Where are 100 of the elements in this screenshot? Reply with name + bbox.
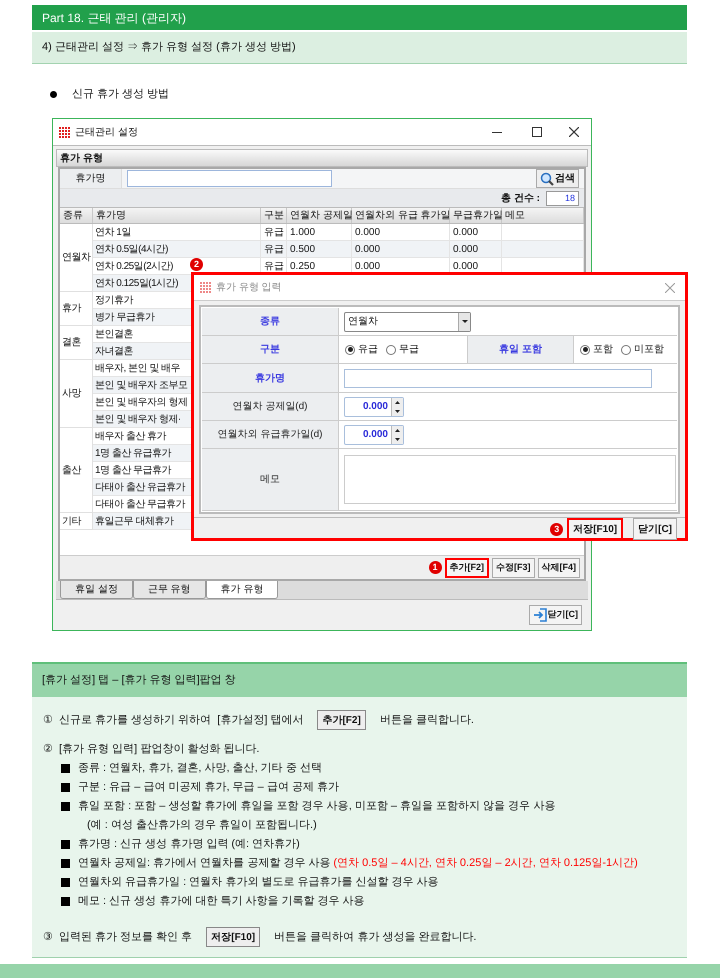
bullet-icon: [61, 764, 70, 773]
table-cell: 사망: [60, 360, 93, 428]
field-label: 연월차 공제일(d): [202, 393, 339, 420]
dropdown[interactable]: 연월차: [344, 312, 471, 332]
bullet-text: 신규 휴가 생성 방법: [72, 86, 170, 102]
item-text: 연월차 공제일: 휴가에서 연월차를 공제할 경우 사용: [78, 856, 330, 872]
number-spinner[interactable]: 0.000: [344, 396, 404, 416]
group-header: 휴가 유형: [56, 149, 588, 167]
field-label: 휴가명: [202, 364, 339, 392]
step-text: 입력된 휴가 정보를 확인 후: [59, 930, 192, 945]
field-label: 휴일 포함: [467, 336, 574, 363]
close-button[interactable]: 닫기[C]: [528, 605, 582, 625]
radio-circle[interactable]: [580, 344, 590, 354]
radio-button[interactable]: 미포함: [621, 342, 664, 357]
step-text: 신규로 휴가를 생성하기 위하여 [휴가설정] 탭에서: [59, 712, 304, 728]
search-button[interactable]: 검색: [536, 169, 579, 188]
search-icon: [540, 172, 554, 186]
up-arrow-icon: [395, 400, 400, 404]
action-button[interactable]: 수정[F3]: [492, 558, 534, 578]
tab[interactable]: 휴일 설정: [60, 581, 133, 599]
action-button[interactable]: 삭제[F4]: [538, 558, 580, 578]
action-button[interactable]: 추가[F2]: [444, 558, 489, 578]
step-text: 버튼을 클릭하여 휴가 생성을 완료합니다.: [274, 930, 476, 945]
column-header: 휴가명: [93, 208, 261, 223]
bullet-icon: [61, 897, 70, 906]
table-cell: 연차 0.5일(4시간): [93, 241, 261, 258]
field-label: 휴가명: [60, 169, 122, 188]
field-label: 종류: [202, 308, 339, 335]
column-header: 종류: [60, 208, 93, 223]
table-cell: 0.000: [352, 224, 450, 241]
exit-icon: [532, 607, 546, 623]
item-text: 연월차외 유급휴가일 : 연월차 휴가외 별도로 유급휴가를 신설할 경우 사용: [78, 875, 439, 890]
maximize-icon: [532, 127, 542, 137]
bullet-icon: [50, 90, 57, 98]
tab[interactable]: 휴가 유형: [206, 581, 278, 599]
step-number: ②: [43, 742, 53, 758]
item-note: (예 : 여성 출산휴가의 경우 휴일이 포함됩니다.): [86, 818, 318, 834]
table-cell: 0.000: [450, 241, 502, 258]
radio-button[interactable]: 유급: [345, 342, 378, 357]
item-text: 종류 : 연월차, 휴가, 결혼, 사망, 출산, 기타 중 선택: [78, 761, 322, 776]
item-text: 메모 : 신규 생성 휴가에 대한 특기 사항을 기록할 경우 사용: [78, 894, 365, 910]
step-text: 버튼을 클릭합니다.: [380, 712, 474, 728]
table-cell: 휴가: [60, 292, 93, 326]
tab[interactable]: 근무 유형: [132, 581, 206, 599]
window-title: 근태관리 설정: [75, 126, 138, 140]
table-cell: 유급: [261, 224, 287, 241]
step-marker: 3: [550, 522, 564, 536]
table-cell: 유급: [261, 241, 287, 258]
section-header: [휴가 설정] 탭 – [휴가 유형 입력]팝업 창: [32, 662, 687, 697]
up-arrow-icon: [395, 428, 400, 432]
field-label: 메모: [202, 449, 339, 510]
page-title: Part 18. 근태 관리 (관리자): [32, 5, 687, 30]
step-number: ①: [43, 712, 53, 728]
step-marker: 1: [428, 561, 442, 574]
down-arrow-icon: [395, 438, 400, 440]
close-icon: [665, 282, 675, 292]
item-text: 구분 : 유급 – 급여 미공제 휴가, 무급 – 급여 공제 휴가: [78, 780, 339, 796]
example-note: (연차 0.5일 – 4시간, 연차 0.25일 – 2시간, 연차 0.125일-1시간): [333, 856, 638, 872]
column-header: 무급휴가일: [450, 208, 502, 223]
number-spinner[interactable]: 0.000: [344, 424, 404, 444]
table-cell: 결혼: [60, 326, 93, 360]
count-value: 18: [546, 190, 579, 206]
column-header: 구분: [261, 208, 287, 223]
item-text: 휴일 포함 : 포함 – 생성할 휴가에 휴일을 포함 경우 사용, 미포함 – 휴일을 포함하지 않을 경우 사용: [78, 799, 556, 814]
item-text: 휴가명 : 신규 생성 휴가명 입력 (예: 연차휴가): [78, 837, 300, 852]
button-image: 저장[F10]: [206, 927, 260, 947]
bullet-icon: [61, 859, 70, 868]
close-icon: [569, 127, 579, 137]
table-cell: 연월차: [60, 224, 93, 292]
radio-button[interactable]: 포함: [580, 342, 613, 357]
field-label: 구분: [202, 336, 339, 363]
table-cell: 1.000: [287, 224, 352, 241]
column-header: 연월차외 유급 휴가일: [352, 208, 450, 223]
table-cell: 출산: [60, 428, 93, 513]
column-header: 메모: [502, 208, 584, 223]
text-field[interactable]: [344, 368, 652, 388]
table-cell: 0.000: [450, 224, 502, 241]
dialog-button[interactable]: 저장[F10]: [567, 518, 624, 540]
down-arrow-icon: [395, 410, 400, 412]
bullet-icon: [61, 878, 70, 887]
search-field[interactable]: [127, 170, 332, 187]
count-label: 총 건수 :: [501, 192, 540, 206]
button-image: 추가[F2]: [317, 710, 366, 730]
table-cell: 0.000: [352, 241, 450, 258]
table-cell: 기타: [60, 513, 93, 530]
table-cell: 0.500: [287, 241, 352, 258]
building-icon: [199, 281, 212, 294]
table-cell: 연차 1일: [93, 224, 261, 241]
dialog-button[interactable]: 닫기[C]: [633, 518, 677, 540]
radio-circle[interactable]: [345, 344, 355, 354]
bullet-icon: [61, 802, 70, 811]
caret-icon: [462, 320, 468, 323]
section-subtitle: 4) 근태관리 설정 ⇒ 휴가 유형 설정 (휴가 생성 방법): [32, 32, 687, 64]
memo-field[interactable]: [344, 455, 676, 504]
column-header: 연월차 공제일: [287, 208, 352, 223]
field-label: 연월차외 유급휴가일(d): [202, 421, 339, 448]
step-text: [휴가 유형 입력] 팝업창이 활성화 됩니다.: [59, 742, 260, 758]
building-icon: [58, 126, 71, 138]
bullet-icon: [61, 783, 70, 792]
radio-button[interactable]: 무급: [386, 342, 419, 357]
